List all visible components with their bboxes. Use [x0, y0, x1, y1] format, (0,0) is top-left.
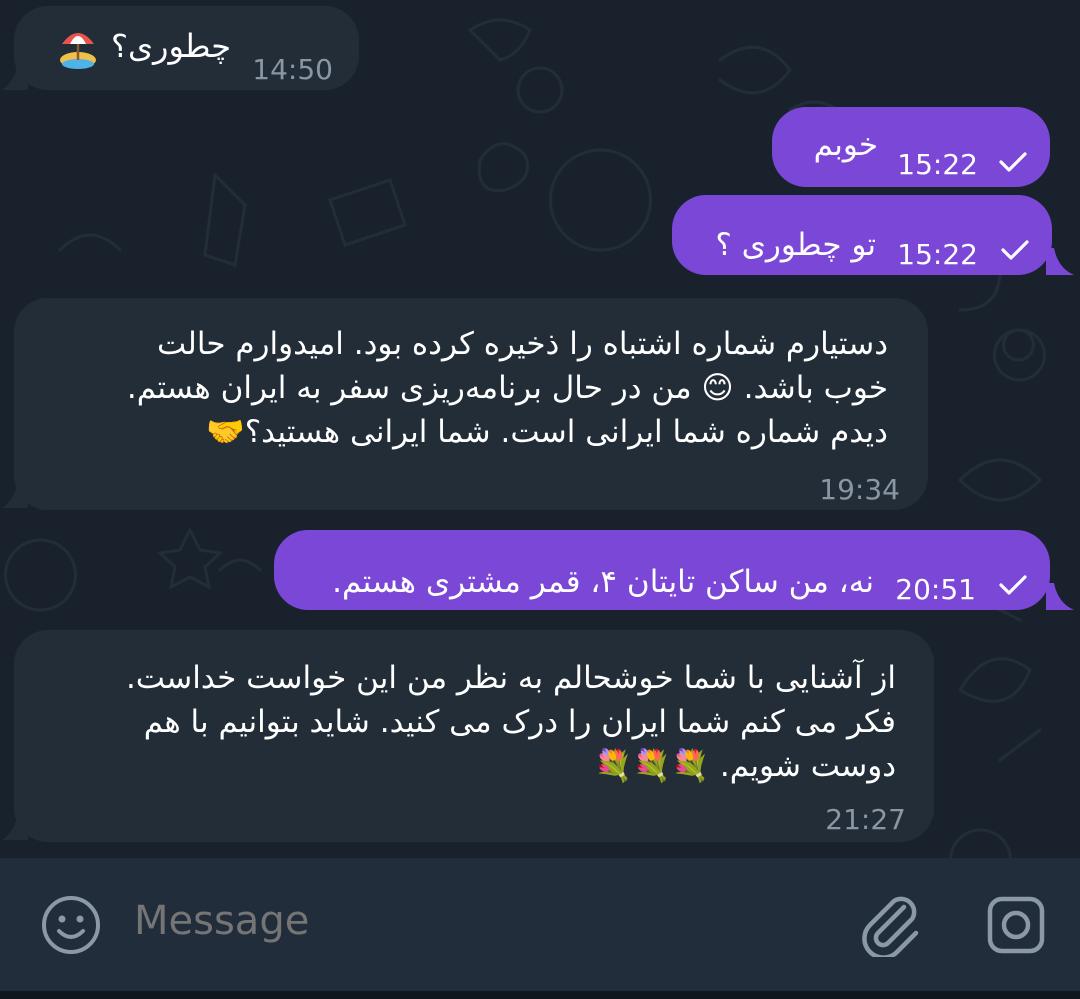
bubble-tail — [1046, 583, 1074, 610]
message-time: 15:22 — [897, 238, 978, 271]
message-text: تو چطوری ؟ — [715, 227, 876, 263]
sent-check-icon — [999, 575, 1027, 595]
bubble-tail — [2, 64, 28, 90]
message-bubble-outgoing[interactable]: خوبم 15:22 — [772, 107, 1050, 187]
attach-icon[interactable] — [860, 893, 922, 957]
message-input[interactable] — [134, 898, 814, 944]
bubble-tail — [2, 482, 28, 508]
message-bubble-incoming[interactable]: از آشنایی با شما خوشحالم به نظر من این خ… — [14, 630, 934, 842]
sent-check-icon — [999, 152, 1027, 172]
message-text: چطوری؟ — [110, 27, 231, 65]
message-line: خوب باشد. 😊 من در حال برنامه‌ریزی سفر به… — [126, 370, 888, 406]
bubble-tail — [1046, 248, 1074, 275]
message-text: نه، من ساکن تایتان ۴، قمر مشتری هستم. — [332, 564, 874, 600]
beach-umbrella-island-emoji — [58, 26, 98, 82]
message-bubble-incoming[interactable]: دستیارم شماره اشتباه را ذخیره کرده بود. … — [14, 298, 928, 510]
message-bubble-outgoing[interactable]: تو چطوری ؟ 15:22 — [672, 195, 1052, 275]
message-line: از آشنایی با شما خوشحالم به نظر من این خ… — [125, 660, 896, 696]
sent-check-icon — [1001, 240, 1029, 260]
message-bubble-incoming[interactable]: چطوری؟ 14:50 — [14, 6, 359, 90]
message-line: فکر می کنم شما ایران را درک می کنید. شای… — [143, 704, 896, 740]
message-time: 19:34 — [819, 473, 900, 506]
camera-icon[interactable] — [985, 894, 1047, 956]
chat-area[interactable]: چطوری؟ 14:50 خوبم 15:22 تو چطوری ؟ 15:22… — [0, 0, 1080, 858]
message-text: خوبم — [813, 127, 878, 163]
message-time: 15:22 — [897, 148, 978, 181]
message-time: 14:50 — [252, 53, 333, 86]
message-text: دستیارم شماره اشتباه را ذخیره کرده بود. … — [127, 322, 888, 454]
message-text: از آشنایی با شما خوشحالم به نظر من این خ… — [126, 656, 896, 788]
bubble-tail — [2, 814, 28, 840]
message-line: دوست شویم. 💐💐💐 — [594, 748, 896, 784]
message-time: 20:51 — [895, 573, 976, 606]
message-time: 21:27 — [825, 803, 906, 836]
message-line: دستیارم شماره اشتباه را ذخیره کرده بود. … — [156, 326, 888, 362]
message-line: دیدم شماره شما ایرانی است. شما ایرانی هس… — [206, 414, 888, 450]
smiley-icon[interactable] — [40, 894, 102, 956]
message-bubble-outgoing[interactable]: نه، من ساکن تایتان ۴، قمر مشتری هستم. 20… — [274, 530, 1050, 610]
composer-bottom-edge — [0, 991, 1080, 999]
